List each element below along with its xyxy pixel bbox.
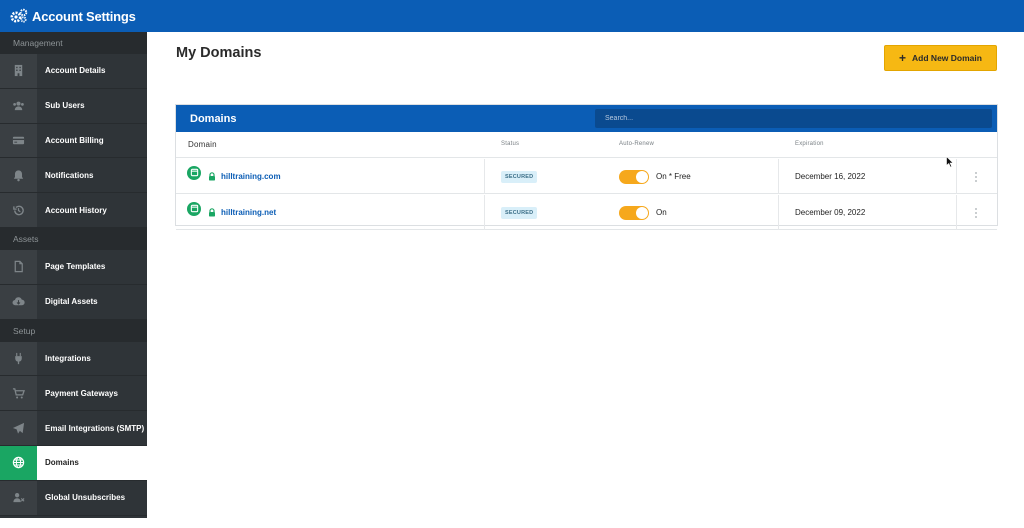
- plug-icon: [0, 341, 37, 376]
- mouse-cursor-icon: [946, 155, 954, 173]
- auto-renew-text: On: [656, 208, 667, 217]
- column-divider: [484, 159, 485, 194]
- auto-renew-toggle[interactable]: [619, 205, 649, 220]
- sidebar-item-label: Account History: [37, 193, 147, 227]
- sidebar-item-label: Notifications: [37, 158, 147, 193]
- sidebar-item-label: Domains: [37, 445, 147, 480]
- app-title: Account Settings: [32, 8, 136, 24]
- status-badge: SECURED: [501, 206, 538, 219]
- sidebar-item-label: Page Templates: [37, 249, 147, 284]
- status-cell: SECURED: [501, 159, 538, 194]
- page-title: My Domains: [176, 45, 262, 61]
- status-cell: SECURED: [501, 195, 538, 230]
- table-header: Domain Status Auto-Renew Expiration: [176, 132, 997, 158]
- column-divider: [956, 195, 957, 230]
- domain-cell: [187, 191, 201, 226]
- more-options-icon[interactable]: [971, 206, 981, 220]
- top-bar: Account Settings: [0, 0, 1024, 32]
- plus-icon: +: [899, 51, 907, 65]
- more-options-icon[interactable]: [971, 170, 981, 184]
- sidebar-item-domains[interactable]: Domains: [0, 445, 147, 481]
- domain-link[interactable]: hilltraining.net: [221, 208, 276, 217]
- actions-cell: [971, 159, 981, 194]
- search-input[interactable]: [595, 109, 992, 128]
- sidebar-item-label: Digital Assets: [37, 284, 147, 319]
- auto-renew-cell: On: [619, 195, 667, 230]
- users-icon: [0, 88, 37, 123]
- sidebar-item-label: Account Details: [37, 54, 147, 88]
- sidebar-item-integrations[interactable]: Integrations: [0, 341, 147, 377]
- sidebar-item-sub-users[interactable]: Sub Users: [0, 88, 147, 124]
- sidebar-item-label: Sub Users: [37, 88, 147, 123]
- bell-icon: [0, 158, 37, 193]
- gears-icon: [10, 8, 28, 24]
- actions-cell: [971, 195, 981, 230]
- sidebar-group-setup: Setup: [0, 319, 147, 342]
- table-row: hilltraining.net SECURED On December 09,…: [176, 195, 997, 230]
- domains-card: Domains Domain Status Auto-Renew Expirat…: [175, 104, 998, 230]
- auto-renew-toggle[interactable]: [619, 169, 649, 184]
- sidebar-group-management: Management: [0, 32, 147, 54]
- add-new-domain-label: Add New Domain: [912, 53, 982, 63]
- cart-icon: [0, 376, 37, 411]
- domain-cell: [187, 155, 201, 190]
- sidebar-item-account-details[interactable]: Account Details: [0, 54, 147, 89]
- cloud-download-icon: [0, 284, 37, 319]
- expiration-cell: December 16, 2022: [795, 159, 865, 194]
- sidebar-item-account-history[interactable]: Account History: [0, 193, 147, 228]
- toggle-knob: [636, 170, 648, 183]
- globe-icon: [0, 445, 37, 480]
- sidebar-group-assets: Assets: [0, 227, 147, 250]
- domain-cell-text: hilltraining.net: [202, 195, 276, 230]
- auto-renew-text: On * Free: [656, 172, 691, 181]
- column-header-expiration[interactable]: Expiration: [795, 141, 824, 147]
- sidebar-item-page-templates[interactable]: Page Templates: [0, 249, 147, 285]
- column-header-auto-renew[interactable]: Auto-Renew: [619, 141, 654, 147]
- column-divider: [778, 195, 779, 230]
- sidebar-item-account-billing[interactable]: Account Billing: [0, 123, 147, 159]
- expiration-cell: December 09, 2022: [795, 195, 865, 230]
- status-badge: SECURED: [501, 170, 538, 183]
- globe-icon: [187, 201, 201, 216]
- sidebar-item-label: Payment Gateways: [37, 376, 147, 411]
- column-divider: [778, 159, 779, 194]
- column-divider: [956, 159, 957, 194]
- column-header-status[interactable]: Status: [501, 141, 519, 147]
- toggle-knob: [636, 206, 648, 219]
- globe-icon: [187, 165, 201, 180]
- sidebar-item-label: Email Integrations (SMTP): [37, 411, 147, 445]
- sidebar-item-label: Integrations: [37, 341, 147, 376]
- domain-link[interactable]: hilltraining.com: [221, 172, 281, 181]
- sidebar-item-digital-assets[interactable]: Digital Assets: [0, 284, 147, 320]
- user-x-icon: [0, 480, 37, 515]
- sidebar-item-email-integrations[interactable]: Email Integrations (SMTP): [0, 411, 147, 446]
- expiration-date: December 09, 2022: [795, 208, 866, 217]
- building-icon: [0, 54, 37, 88]
- domains-card-title: Domains: [190, 112, 237, 125]
- history-icon: [0, 193, 37, 227]
- column-header-domain[interactable]: Domain: [188, 140, 217, 149]
- file-icon: [0, 249, 37, 284]
- sidebar-item-global-unsubscribes[interactable]: Global Unsubscribes: [0, 480, 147, 516]
- domain-cell-text: hilltraining.com: [202, 159, 281, 194]
- auto-renew-cell: On * Free: [619, 159, 691, 194]
- expiration-date: December 16, 2022: [795, 172, 866, 181]
- sidebar-item-label: Global Unsubscribes: [37, 480, 147, 515]
- sidebar-item-payment-gateways[interactable]: Payment Gateways: [0, 376, 147, 412]
- column-divider: [484, 195, 485, 230]
- add-new-domain-button[interactable]: + Add New Domain: [884, 45, 997, 71]
- paper-plane-icon: [0, 411, 37, 445]
- lock-icon: [208, 208, 216, 217]
- sidebar: Management Account Details Sub Users Acc…: [0, 32, 147, 518]
- lock-icon: [208, 172, 216, 181]
- table-row: hilltraining.com SECURED On * Free Decem…: [176, 159, 997, 194]
- sidebar-item-notifications[interactable]: Notifications: [0, 158, 147, 194]
- sidebar-item-label: Account Billing: [37, 123, 147, 158]
- credit-card-icon: [0, 123, 37, 158]
